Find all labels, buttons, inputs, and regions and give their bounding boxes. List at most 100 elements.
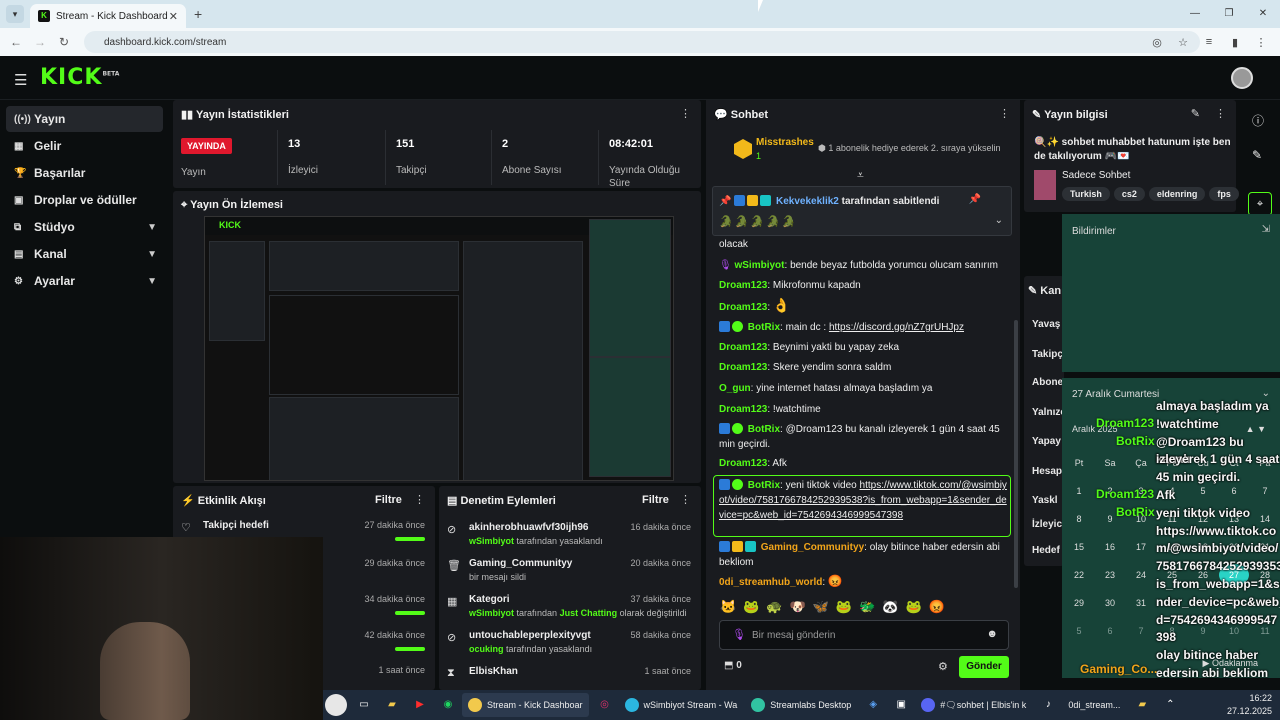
maximize-icon[interactable]: ❐ — [1212, 0, 1246, 28]
forward-icon[interactable]: → — [28, 35, 52, 49]
calendar-day[interactable]: 17 — [1126, 542, 1156, 552]
close-tab-icon[interactable]: ✕ — [169, 10, 178, 23]
message-link[interactable]: https://discord.gg/nZ7grUHJpz — [829, 322, 964, 333]
preview-toggle-icon[interactable]: ⌖ — [1248, 192, 1272, 216]
calendar-day[interactable]: 7 — [1250, 486, 1280, 496]
calendar-day[interactable]: 16 — [1095, 542, 1125, 552]
category-name[interactable]: Sadece Sohbet — [1062, 170, 1130, 181]
browser-tab[interactable]: K Stream - Kick Dashboard ✕ — [30, 4, 186, 28]
top-gifter-name[interactable]: Misstrashes — [756, 137, 814, 148]
calendar-day[interactable]: 29 — [1064, 598, 1094, 608]
emote-quick-bar[interactable]: 🐱🐸🐢🐶🦋🐸🐲🐼🐸😡 — [720, 599, 952, 615]
message-user[interactable]: Droam123 — [719, 280, 767, 291]
message-user[interactable]: BotRix — [748, 322, 780, 333]
back-icon[interactable]: ← — [4, 35, 28, 49]
sidebar-item-basarilar[interactable]: 🏆 Başarılar — [6, 160, 163, 186]
extension-icon[interactable]: ▮ — [1222, 36, 1248, 49]
tray-icons[interactable]: ⌃ — [1159, 694, 1181, 716]
url-field[interactable]: dashboard.kick.com/stream — [84, 31, 1200, 53]
pencil-icon[interactable]: ✎ — [1252, 148, 1262, 162]
tag-chip[interactable]: Turkish — [1062, 187, 1110, 201]
moderation-filter-button[interactable]: Filtre — [642, 494, 669, 506]
taskview-icon[interactable]: ▭ — [353, 694, 375, 716]
calendar-day[interactable]: 24 — [1126, 570, 1156, 580]
bookmark-star-icon[interactable]: ☆ — [1170, 36, 1196, 49]
kick-logo[interactable]: KICKBETA — [40, 65, 119, 90]
message-user[interactable]: BotRix — [748, 480, 780, 491]
extensions-icon[interactable]: ≡ — [1196, 36, 1222, 48]
minimize-icon[interactable]: — — [1178, 0, 1212, 28]
hamburger-menu-icon[interactable]: ☰ — [14, 71, 27, 89]
edit-icon[interactable]: ✎ — [1191, 107, 1200, 120]
chat-settings-icon[interactable]: ⚙ — [938, 660, 948, 673]
reload-icon[interactable]: ↻ — [52, 35, 76, 49]
app-icon[interactable]: ◈ — [862, 694, 884, 716]
message-user[interactable]: BotRix — [748, 424, 780, 435]
youtube-icon[interactable]: ▶ — [409, 694, 431, 716]
chevron-down-icon[interactable]: ⌄ — [995, 215, 1003, 226]
unpin-icon[interactable]: 📌 — [969, 194, 981, 205]
sidebar-item-droplar[interactable]: ▣ Droplar ve ödüller — [6, 187, 163, 213]
tiktok-icon[interactable]: ♪ — [1037, 694, 1059, 716]
folder-icon[interactable]: ▰ — [1131, 694, 1153, 716]
sidebar-item-yayin[interactable]: ((•)) Yayın — [6, 106, 163, 132]
app-icon[interactable] — [325, 694, 347, 716]
tag-chip[interactable]: cs2 — [1113, 187, 1145, 201]
activity-filter-button[interactable]: Filtre — [375, 494, 402, 506]
calendar-day[interactable]: 1 — [1064, 486, 1094, 496]
tag-chip[interactable]: eldenring — [1148, 187, 1206, 201]
tag-chip[interactable]: fps — [1209, 187, 1239, 201]
more-options-icon[interactable]: ⋮ — [680, 493, 691, 506]
tab-search-icon[interactable]: ▾ — [6, 5, 24, 23]
calendar-day[interactable]: 22 — [1064, 570, 1094, 580]
taskbar-app-edge[interactable]: wSimbiyot Stream - Wa — [619, 693, 744, 717]
taskbar-app-chrome[interactable]: Stream - Kick Dashboar — [462, 693, 589, 717]
app-icon[interactable]: ▣ — [890, 694, 912, 716]
sidebar-item-studyo[interactable]: ⧉ Stüdyo ▼ — [6, 214, 163, 240]
eye-off-icon[interactable]: ◎ — [1144, 36, 1170, 49]
calendar-day[interactable]: 6 — [1095, 626, 1125, 636]
calendar-day[interactable]: 23 — [1095, 570, 1125, 580]
menu-dots-icon[interactable]: ⋮ — [1248, 36, 1274, 49]
sidebar-item-gelir[interactable]: ▦ Gelir — [6, 133, 163, 159]
folder-icon[interactable]: ▰ — [381, 694, 403, 716]
sidebar-item-kanal[interactable]: ▤ Kanal ▼ — [6, 241, 163, 267]
new-tab-icon[interactable]: + — [194, 6, 202, 22]
spotify-icon[interactable]: ◉ — [437, 694, 459, 716]
close-window-icon[interactable]: ✕ — [1246, 0, 1280, 28]
message-user[interactable]: Gaming_Communityy — [761, 542, 864, 553]
calendar-day[interactable]: 8 — [1064, 514, 1094, 524]
message-user[interactable]: O_gun — [719, 383, 751, 394]
points-display[interactable]: ⬒ 0 — [724, 660, 742, 671]
more-options-icon[interactable]: ⋮ — [999, 107, 1010, 120]
info-icon[interactable]: ⓘ — [1252, 112, 1264, 129]
instagram-icon[interactable]: ◎ — [594, 694, 616, 716]
taskbar-app-discord[interactable]: #🗨sohbet | Elbis'in k — [915, 693, 1032, 717]
sidebar-item-ayarlar[interactable]: ⚙ Ayarlar ▼ — [6, 268, 163, 294]
message-user[interactable]: Droam123 — [719, 362, 767, 373]
notification-settings-icon[interactable]: ⇲ — [1262, 224, 1270, 235]
message-user[interactable]: Droam123 — [719, 342, 767, 353]
system-clock[interactable]: 16:22 27.12.2025 — [1227, 692, 1272, 718]
chat-collapse-icon[interactable]: ⩡ — [857, 168, 864, 183]
message-user[interactable]: Droam123 — [719, 404, 767, 415]
stream-preview-video[interactable]: KICK — [204, 216, 674, 481]
month-nav-icon[interactable]: ▲ ▼ — [1246, 424, 1266, 434]
calendar-day[interactable]: 7 — [1126, 626, 1156, 636]
calendar-day[interactable]: 30 — [1095, 598, 1125, 608]
calendar-day[interactable]: 5 — [1064, 626, 1094, 636]
calendar-day[interactable]: 5 — [1188, 486, 1218, 496]
message-user[interactable]: Droam123 — [719, 458, 767, 469]
message-user[interactable]: wSimbiyot — [734, 260, 784, 271]
chat-scrollbar[interactable] — [1014, 320, 1018, 588]
message-user[interactable]: 0di_streamhub_world — [719, 577, 822, 588]
more-options-icon[interactable]: ⋮ — [1215, 107, 1226, 120]
calendar-day[interactable]: 15 — [1064, 542, 1094, 552]
emoji-icon[interactable]: ☻ — [986, 628, 998, 640]
calendar-day[interactable]: 6 — [1219, 486, 1249, 496]
taskbar-app-streamlabs[interactable]: Streamlabs Desktop — [745, 693, 857, 717]
send-button[interactable]: Gönder — [959, 656, 1009, 678]
message-user[interactable]: Droam123 — [719, 302, 767, 313]
taskbar-app-stream[interactable]: 0di_stream... — [1062, 693, 1126, 717]
more-options-icon[interactable]: ⋮ — [680, 107, 691, 120]
